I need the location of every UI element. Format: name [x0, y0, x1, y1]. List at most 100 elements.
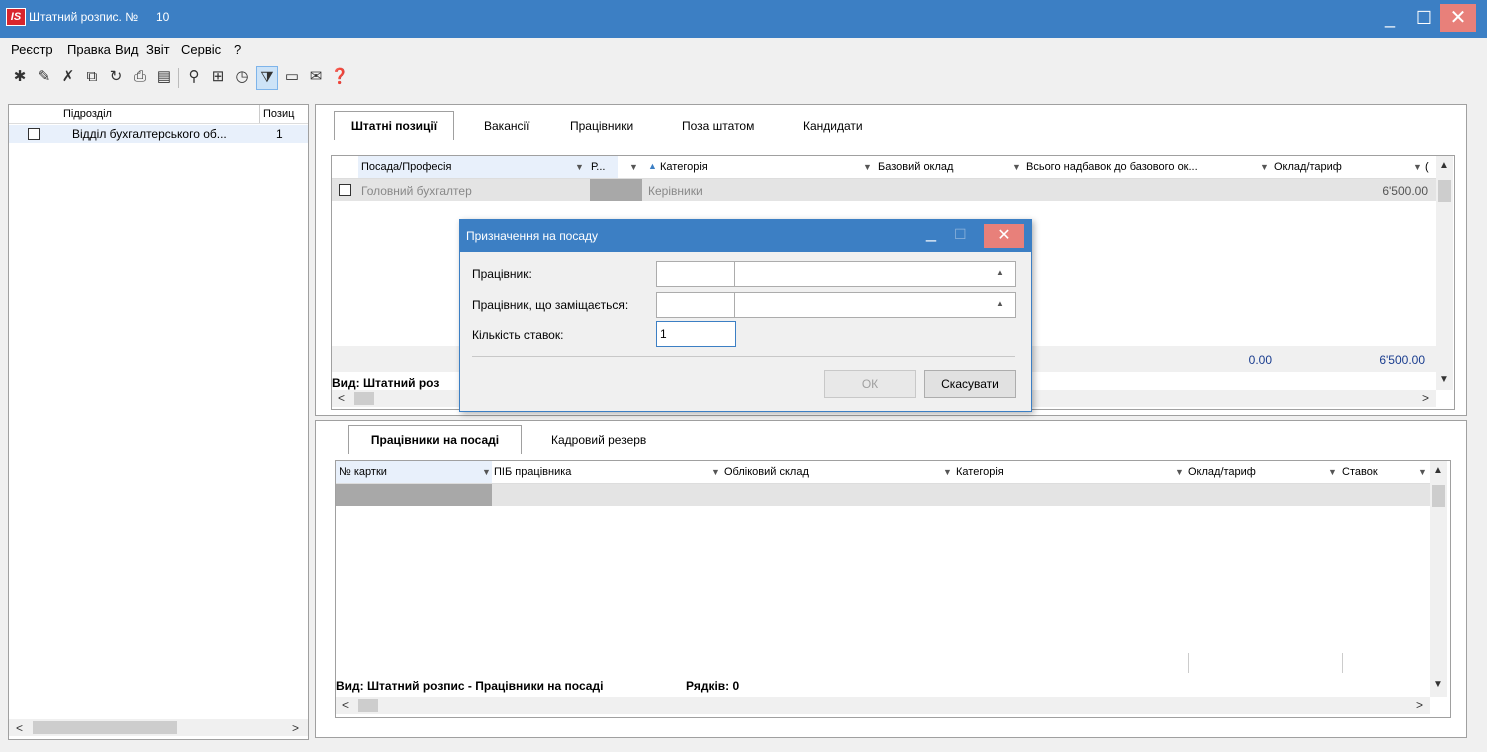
menu-edit[interactable]: Правка: [67, 42, 111, 57]
positions-grid-header: Посада/Професія ▼ Р... ▼ ▲ Категорія ▼ Б…: [332, 156, 1436, 179]
top-vscrollbar[interactable]: ▲ ▼: [1436, 156, 1453, 390]
left-hscrollbar[interactable]: < >: [9, 719, 308, 736]
tab-staff-positions[interactable]: Штатні позиції: [334, 111, 454, 140]
replaced-employee-code-field[interactable]: [656, 292, 736, 318]
dropdown-icon[interactable]: ▼: [1413, 162, 1422, 172]
row-checkbox[interactable]: [28, 128, 40, 140]
employee-code-field[interactable]: [656, 261, 736, 287]
scroll-down-icon[interactable]: ▼: [1433, 679, 1443, 690]
col-subdivision[interactable]: Підрозділ: [63, 108, 112, 120]
dropdown-icon[interactable]: ▼: [1012, 162, 1021, 172]
scroll-thumb[interactable]: [1438, 180, 1451, 202]
refresh-icon[interactable]: ↻: [106, 66, 126, 88]
col-allowances[interactable]: Всього надбавок до базового ок...: [1026, 161, 1198, 173]
tab-personnel-reserve[interactable]: Кадровий резерв: [551, 433, 646, 447]
dropdown-icon[interactable]: ▼: [482, 467, 491, 477]
close-button[interactable]: ✕: [1440, 4, 1476, 32]
scroll-up-icon[interactable]: ▲: [1433, 465, 1443, 476]
title-bar: IS Штатний розпис. № 10 _ ☐ ✕: [0, 0, 1487, 38]
tab-employees[interactable]: Працівники: [570, 119, 633, 133]
col-card-number[interactable]: № картки: [339, 466, 387, 478]
scroll-thumb[interactable]: [354, 392, 374, 405]
menu-registry[interactable]: Реєстр: [11, 42, 53, 57]
dropdown-icon[interactable]: ▼: [1328, 467, 1337, 477]
help-icon[interactable]: ❓: [330, 66, 350, 88]
col-accounting-staff[interactable]: Обліковий склад: [724, 466, 809, 478]
dropdown-icon[interactable]: ▼: [863, 162, 872, 172]
dropdown-icon[interactable]: ▼: [1418, 467, 1427, 477]
employee-name-field[interactable]: ▲: [734, 261, 1016, 287]
dropdown-icon[interactable]: ▲: [996, 299, 1004, 308]
scroll-left-icon[interactable]: <: [338, 391, 345, 405]
scroll-up-icon[interactable]: ▲: [1439, 160, 1449, 171]
dialog-maximize-button: ☐: [954, 226, 967, 242]
dropdown-icon[interactable]: ▼: [575, 162, 584, 172]
col-rate[interactable]: Оклад/тариф: [1188, 466, 1256, 478]
dropdown-icon[interactable]: ▼: [629, 162, 638, 172]
cancel-button[interactable]: Скасувати: [924, 370, 1016, 398]
tab-candidates[interactable]: Кандидати: [803, 119, 863, 133]
subdivision-count: 1: [276, 127, 283, 141]
col-base-salary[interactable]: Базовий оклад: [878, 161, 953, 173]
table-row[interactable]: [336, 484, 1430, 506]
scroll-thumb[interactable]: [33, 721, 177, 734]
scroll-right-icon[interactable]: >: [1422, 391, 1429, 405]
minimize-button[interactable]: _: [1372, 4, 1408, 32]
tab-employees-on-position[interactable]: Працівники на посаді: [348, 425, 522, 454]
table-row[interactable]: Головний бухгалтер Керівники 6'500.00: [332, 179, 1436, 201]
dialog-minimize-button[interactable]: _: [926, 222, 936, 243]
subdivisions-panel: Підрозділ Позиц Відділ бухгалтерського о…: [8, 104, 309, 740]
scroll-thumb[interactable]: [1432, 485, 1445, 507]
dropdown-icon[interactable]: ▼: [1260, 162, 1269, 172]
menu-help[interactable]: ?: [234, 42, 241, 57]
col-positions[interactable]: Позиц: [259, 105, 294, 123]
maximize-button[interactable]: ☐: [1406, 4, 1442, 32]
tab-out-of-staff[interactable]: Поза штатом: [682, 119, 754, 133]
tab-vacancies[interactable]: Вакансії: [484, 119, 530, 133]
col-rates-count[interactable]: Ставок: [1342, 466, 1378, 478]
menu-service[interactable]: Сервіс: [181, 42, 221, 57]
dropdown-icon[interactable]: ▼: [943, 467, 952, 477]
column-divider: [1342, 653, 1343, 673]
list-item[interactable]: Відділ бухгалтерського об... 1: [9, 125, 308, 143]
col-position[interactable]: Посада/Професія: [361, 161, 451, 173]
print-preview-icon[interactable]: ▤: [154, 66, 174, 88]
dropdown-icon[interactable]: ▼: [711, 467, 720, 477]
print-icon[interactable]: ⎙: [130, 66, 150, 88]
bottom-hscrollbar[interactable]: < >: [336, 697, 1430, 714]
cell-r: [590, 179, 642, 201]
assign-position-dialog: Призначення на посаду _ ☐ ✕ Працівник: ▲…: [459, 219, 1032, 412]
dialog-close-button[interactable]: ✕: [984, 224, 1024, 248]
bottom-vscrollbar[interactable]: ▲ ▼: [1430, 461, 1447, 697]
table-icon[interactable]: ⊞: [208, 66, 228, 88]
col-category[interactable]: Категорія: [660, 161, 708, 173]
menu-report[interactable]: Звіт: [146, 42, 170, 57]
new-icon[interactable]: ✱: [10, 66, 30, 88]
scroll-left-icon[interactable]: <: [16, 721, 23, 735]
col-extra[interactable]: (: [1425, 161, 1429, 173]
col-category[interactable]: Категорія: [956, 466, 1004, 478]
dropdown-icon[interactable]: ▼: [1175, 467, 1184, 477]
dropdown-icon[interactable]: ▲: [996, 268, 1004, 277]
filter-icon[interactable]: ⧩: [256, 66, 278, 90]
col-employee-name[interactable]: ПІБ працівника: [494, 466, 571, 478]
col-r[interactable]: Р...: [591, 161, 605, 173]
row-checkbox[interactable]: [339, 184, 351, 196]
replaced-employee-name-field[interactable]: ▲: [734, 292, 1016, 318]
form-icon[interactable]: ▭: [282, 66, 302, 88]
search-icon[interactable]: ⚲: [184, 66, 204, 88]
scroll-right-icon[interactable]: >: [1416, 698, 1423, 712]
rate-input[interactable]: 1: [656, 321, 736, 347]
scroll-left-icon[interactable]: <: [342, 698, 349, 712]
ok-button[interactable]: ОК: [824, 370, 916, 398]
mail-icon[interactable]: ✉: [306, 66, 326, 88]
scroll-right-icon[interactable]: >: [292, 721, 299, 735]
copy-icon[interactable]: ⧉: [82, 66, 102, 88]
col-rate[interactable]: Оклад/тариф: [1274, 161, 1342, 173]
delete-icon[interactable]: ✗: [58, 66, 78, 88]
edit-icon[interactable]: ✎: [34, 66, 54, 88]
scroll-down-icon[interactable]: ▼: [1439, 374, 1449, 385]
scroll-thumb[interactable]: [358, 699, 378, 712]
calendar-icon[interactable]: ◷: [232, 66, 252, 88]
menu-view[interactable]: Вид: [115, 42, 139, 57]
